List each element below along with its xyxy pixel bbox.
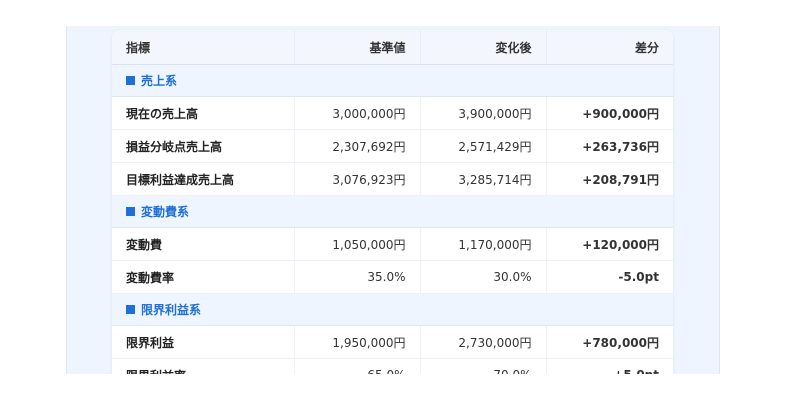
row-after-value: 3,900,000円 [420, 96, 547, 130]
row-after-value: 3,285,714円 [420, 162, 547, 196]
section-square-icon [126, 76, 135, 85]
section-title: 売上系 [141, 74, 178, 88]
row-base-value: 65.0% [294, 358, 421, 374]
row-label: 限界利益 [112, 325, 295, 359]
comparison-panel: 指標 基準値 変化後 差分 売上系 現在の売上高 3,000,000円 3,90… [66, 26, 720, 374]
section-title: 変動費系 [141, 205, 190, 219]
row-after-value: 2,730,000円 [420, 325, 547, 359]
table-row: 目標利益達成売上高 3,076,923円 3,285,714円 +208,791… [112, 162, 673, 196]
row-base-value: 35.0% [294, 260, 421, 294]
row-after-value: 1,170,000円 [420, 227, 547, 261]
section-header-sales: 売上系 [112, 64, 673, 97]
row-diff-value: +780,000円 [546, 325, 673, 359]
table-header-row: 指標 基準値 変化後 差分 [112, 30, 673, 65]
row-diff-value: -5.0pt [546, 260, 673, 294]
row-label: 変動費 [112, 227, 295, 261]
header-after: 変化後 [420, 30, 547, 65]
section-square-icon [126, 207, 135, 216]
comparison-table-card: 指標 基準値 変化後 差分 売上系 現在の売上高 3,000,000円 3,90… [112, 30, 673, 374]
table-row: 限界利益 1,950,000円 2,730,000円 +780,000円 [112, 325, 673, 359]
row-base-value: 3,076,923円 [294, 162, 421, 196]
table-row: 変動費 1,050,000円 1,170,000円 +120,000円 [112, 227, 673, 261]
row-base-value: 2,307,692円 [294, 129, 421, 163]
row-after-value: 2,571,429円 [420, 129, 547, 163]
row-diff-value: +5.0pt [546, 358, 673, 374]
header-diff: 差分 [546, 30, 673, 65]
row-base-value: 3,000,000円 [294, 96, 421, 130]
section-square-icon [126, 305, 135, 314]
table-row: 現在の売上高 3,000,000円 3,900,000円 +900,000円 [112, 96, 673, 130]
table-row: 限界利益率 65.0% 70.0% +5.0pt [112, 358, 673, 374]
section-title: 限界利益系 [141, 303, 202, 317]
table-row: 変動費率 35.0% 30.0% -5.0pt [112, 260, 673, 294]
row-diff-value: +900,000円 [546, 96, 673, 130]
table-row: 損益分岐点売上高 2,307,692円 2,571,429円 +263,736円 [112, 129, 673, 163]
header-base: 基準値 [294, 30, 421, 65]
row-diff-value: +208,791円 [546, 162, 673, 196]
header-metric: 指標 [112, 30, 295, 65]
row-label: 目標利益達成売上高 [112, 162, 295, 196]
row-label: 変動費率 [112, 260, 295, 294]
row-label: 損益分岐点売上高 [112, 129, 295, 163]
row-label: 現在の売上高 [112, 96, 295, 130]
row-diff-value: +263,736円 [546, 129, 673, 163]
row-base-value: 1,050,000円 [294, 227, 421, 261]
comparison-table: 指標 基準値 変化後 差分 売上系 現在の売上高 3,000,000円 3,90… [112, 30, 673, 374]
section-header-marginal-profit: 限界利益系 [112, 293, 673, 326]
row-base-value: 1,950,000円 [294, 325, 421, 359]
row-label: 限界利益率 [112, 358, 295, 374]
row-after-value: 30.0% [420, 260, 547, 294]
row-after-value: 70.0% [420, 358, 547, 374]
row-diff-value: +120,000円 [546, 227, 673, 261]
section-header-variable-cost: 変動費系 [112, 195, 673, 228]
